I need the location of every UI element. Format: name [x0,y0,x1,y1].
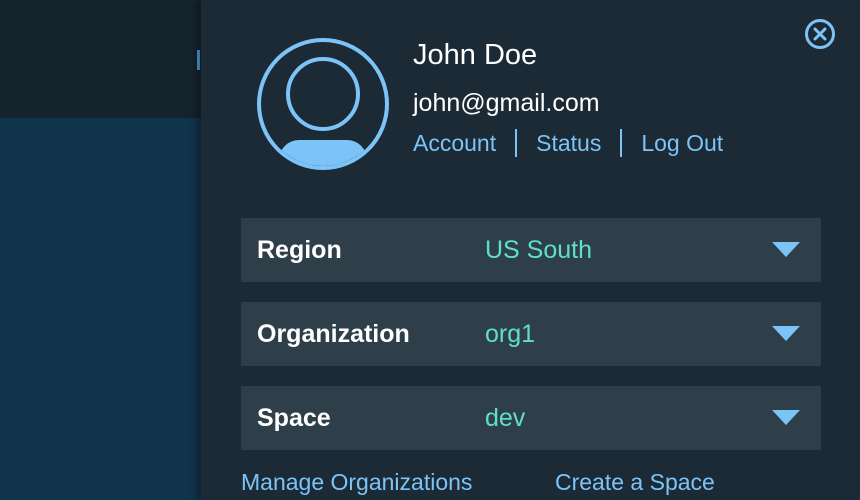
close-button[interactable] [805,19,835,49]
organization-value: org1 [485,320,536,348]
region-value: US South [485,236,593,264]
organization-label: Organization [257,320,410,348]
caret-down-icon [772,326,800,341]
background-content [0,118,201,500]
link-separator [620,129,623,157]
space-label: Space [257,404,331,432]
account-panel: John Doe john@gmail.com Account Status L… [201,0,860,500]
close-icon [813,27,827,41]
user-email: john@gmail.com [413,89,600,117]
background-nav-marker [197,50,200,70]
caret-down-icon [772,242,800,257]
create-space-link[interactable]: Create a Space [555,466,715,498]
region-label: Region [257,236,342,264]
space-dropdown[interactable]: Space dev [241,386,821,450]
user-avatar-icon [257,38,389,170]
manage-organizations-link[interactable]: Manage Organizations [241,466,472,498]
logout-link[interactable]: Log Out [641,130,723,157]
space-value: dev [485,404,526,432]
page: John Doe john@gmail.com Account Status L… [0,0,860,500]
account-link[interactable]: Account [413,130,496,157]
background-header [0,0,201,118]
link-separator [515,129,518,157]
organization-dropdown[interactable]: Organization org1 [241,302,821,366]
caret-down-icon [772,410,800,425]
region-dropdown[interactable]: Region US South [241,218,821,282]
user-name: John Doe [413,39,538,71]
account-links: Account Status Log Out [413,127,723,159]
status-link[interactable]: Status [536,130,601,157]
